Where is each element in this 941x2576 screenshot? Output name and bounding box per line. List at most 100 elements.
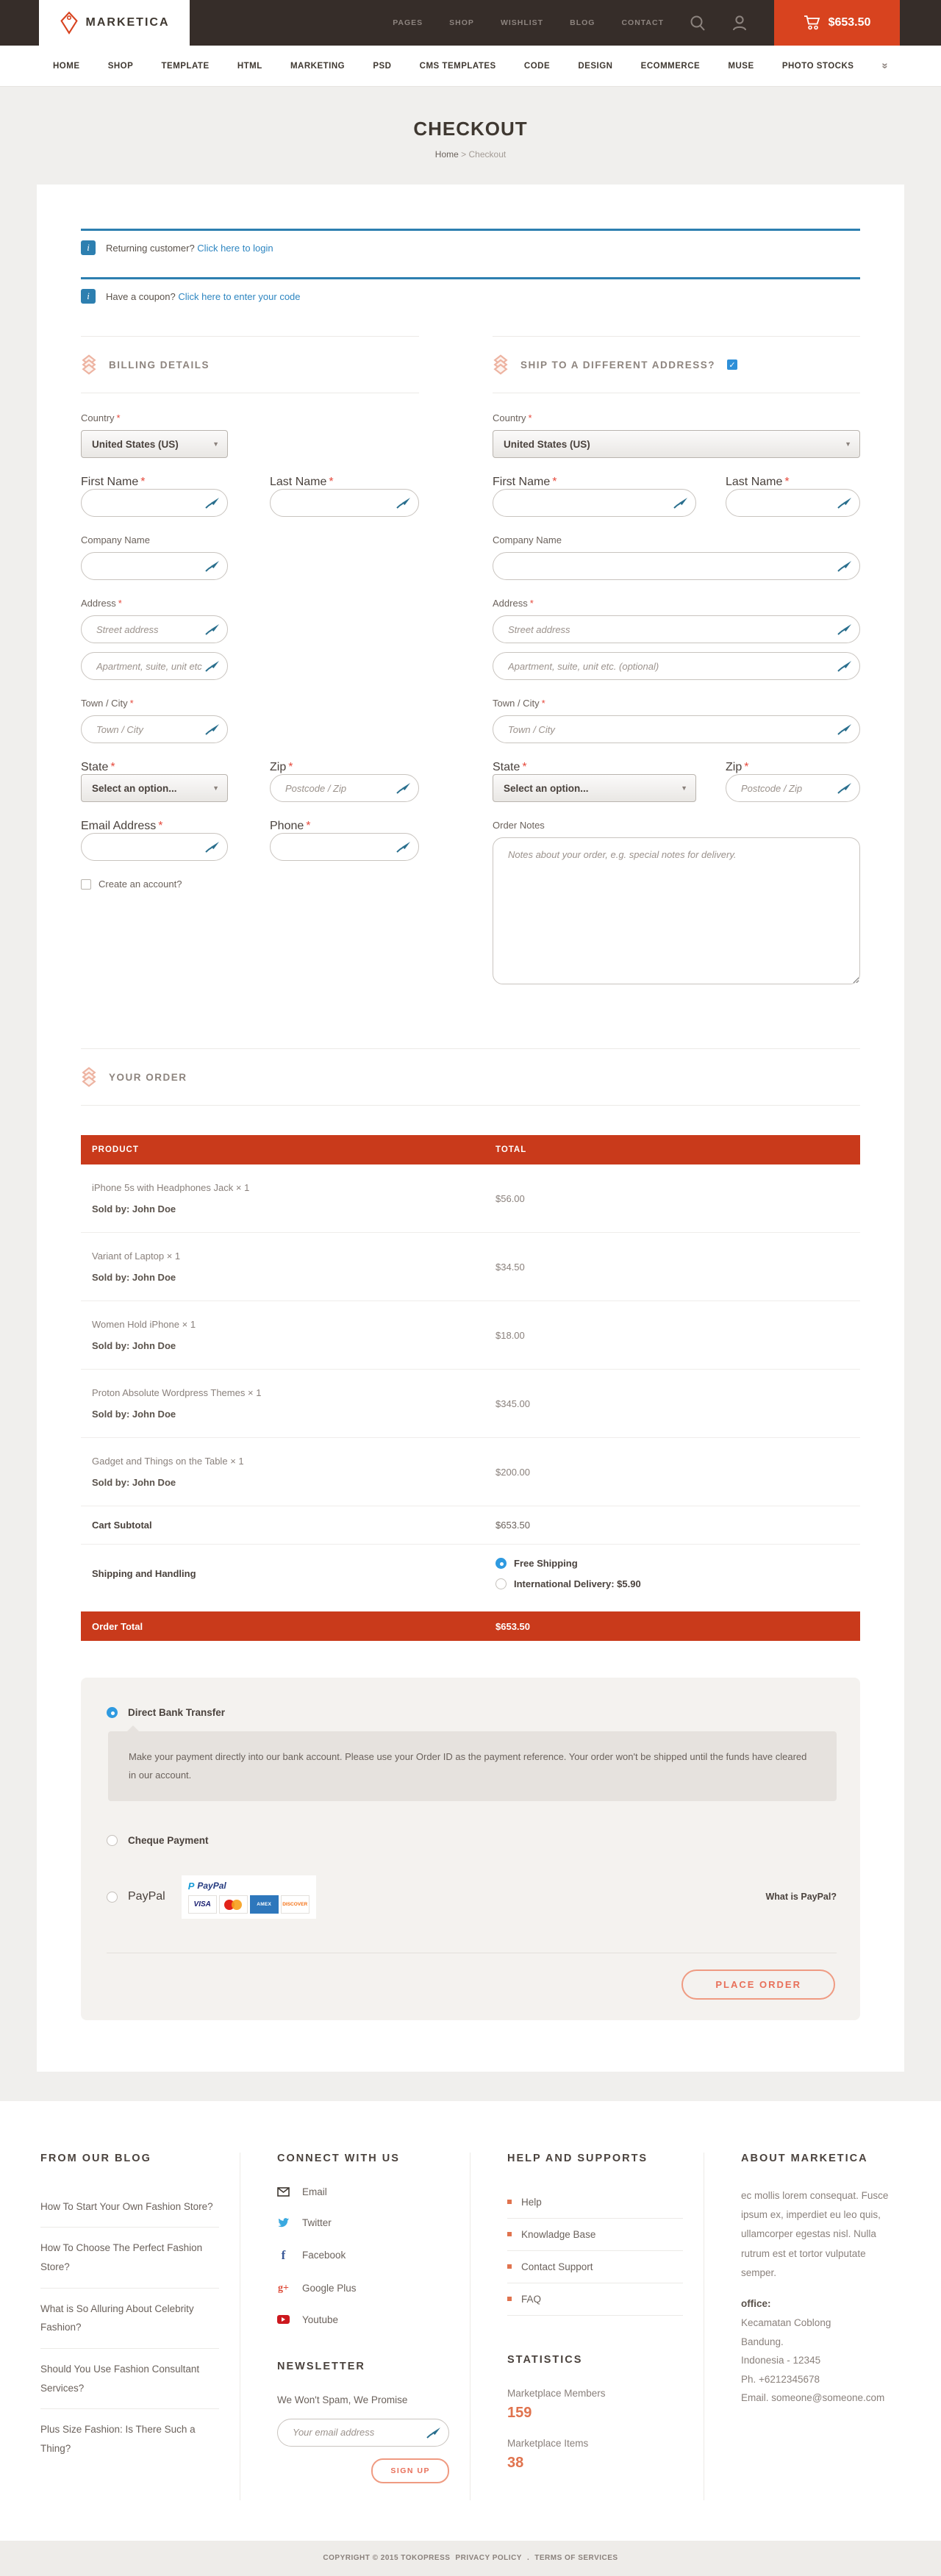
paypal-brand-text: PayPal bbox=[197, 1881, 226, 1891]
pen-icon bbox=[837, 497, 852, 509]
bank-transfer-option[interactable]: Direct Bank Transfer bbox=[107, 1707, 837, 1718]
help-link[interactable]: Contact Support bbox=[507, 2251, 683, 2283]
cheque-payment-radio[interactable] bbox=[107, 1835, 118, 1846]
subnav-ecommerce[interactable]: ECOMMERCE bbox=[641, 62, 701, 71]
billing-state-select[interactable]: Select an option... ▼ bbox=[81, 774, 228, 802]
free-shipping-radio[interactable] bbox=[495, 1558, 507, 1569]
paypal-radio[interactable] bbox=[107, 1892, 118, 1903]
bank-transfer-description: Make your payment directly into our bank… bbox=[108, 1731, 837, 1801]
product-total: $200.00 bbox=[495, 1467, 849, 1478]
newsletter-signup-button[interactable]: SIGN UP bbox=[371, 2458, 449, 2483]
social-label: Google Plus bbox=[302, 2283, 357, 2294]
shipping-state-select[interactable]: Select an option... ▼ bbox=[493, 774, 696, 802]
what-is-paypal-link[interactable]: What is PayPal? bbox=[765, 1892, 837, 1902]
breadcrumb-home[interactable]: Home bbox=[435, 149, 459, 160]
subnav-template[interactable]: TEMPLATE bbox=[162, 62, 210, 71]
subnav-muse[interactable]: MUSE bbox=[728, 62, 754, 71]
stat-value: 38 bbox=[507, 2455, 683, 2472]
international-delivery-radio[interactable] bbox=[495, 1578, 507, 1589]
billing-state-field: State* Select an option... ▼ bbox=[81, 761, 228, 802]
blog-post-link[interactable]: How To Choose The Perfect Fashion Store? bbox=[40, 2228, 219, 2288]
social-link-youtube[interactable]: Youtube bbox=[277, 2314, 449, 2325]
checkout-card: i Returning customer? Click here to logi… bbox=[37, 185, 904, 2072]
pen-icon bbox=[837, 782, 852, 794]
help-link[interactable]: Help bbox=[507, 2186, 683, 2219]
terms-of-services-link[interactable]: TERMS OF SERVICES bbox=[534, 2554, 618, 2562]
select-arrow-icon: ▼ bbox=[681, 784, 687, 792]
shipping-company-input[interactable] bbox=[493, 552, 860, 580]
place-order-button[interactable]: PLACE ORDER bbox=[681, 1969, 835, 2000]
paypal-option[interactable]: PayPal P PayPal VISA AMEX DISCOVER What … bbox=[107, 1875, 837, 1919]
order-total-value: $653.50 bbox=[495, 1621, 849, 1632]
blog-post-link[interactable]: What is So Alluring About Celebrity Fash… bbox=[40, 2289, 219, 2349]
bank-transfer-radio[interactable] bbox=[107, 1707, 118, 1718]
shipping-first-name-input[interactable] bbox=[493, 489, 696, 517]
header-nav-shop[interactable]: SHOP bbox=[449, 18, 474, 27]
billing-country-select[interactable]: United States (US) ▼ bbox=[81, 430, 228, 458]
order-row: Women Hold iPhone × 1 Sold by: John Doe … bbox=[81, 1301, 860, 1370]
newsletter-section: NEWSLETTER We Won't Spam, We Promise SIG… bbox=[277, 2361, 449, 2483]
required-mark: * bbox=[118, 598, 122, 609]
subnav-shop[interactable]: SHOP bbox=[108, 62, 134, 71]
blog-post-link[interactable]: Should You Use Fashion Consultant Servic… bbox=[40, 2349, 219, 2409]
shipping-apartment-input[interactable] bbox=[493, 652, 860, 680]
ship-different-address-checkbox[interactable] bbox=[727, 359, 737, 370]
international-delivery-label: International Delivery: $5.90 bbox=[514, 1578, 641, 1589]
logo[interactable]: MARKETICA bbox=[39, 0, 190, 46]
billing-last-name-field: Last Name* bbox=[270, 476, 419, 517]
subnav-html[interactable]: HTML bbox=[237, 62, 262, 71]
blog-post-link[interactable]: Plus Size Fashion: Is There Such a Thing… bbox=[40, 2409, 219, 2469]
order-row: Proton Absolute Wordpress Themes × 1 Sol… bbox=[81, 1370, 860, 1438]
free-shipping-option[interactable]: Free Shipping bbox=[495, 1558, 849, 1569]
newsletter-email-input[interactable] bbox=[277, 2419, 449, 2447]
shipping-company-label: Company Name bbox=[493, 534, 860, 545]
subnav-marketing[interactable]: MARKETING bbox=[290, 62, 345, 71]
shipping-country-select[interactable]: United States (US) ▼ bbox=[493, 430, 860, 458]
create-account-checkbox-row[interactable]: Create an account? bbox=[81, 879, 419, 890]
social-link-facebook[interactable]: f Facebook bbox=[277, 2248, 449, 2263]
social-link-google-plus[interactable]: g+ Google Plus bbox=[277, 2283, 449, 2294]
help-link[interactable]: Knowladge Base bbox=[507, 2219, 683, 2251]
header-nav-wishlist[interactable]: WISHLIST bbox=[501, 18, 543, 27]
product-total: $56.00 bbox=[495, 1193, 849, 1204]
page-title: CHECKOUT bbox=[0, 118, 941, 140]
blog-post-link[interactable]: How To Start Your Own Fashion Store? bbox=[40, 2186, 219, 2228]
order-notes-textarea[interactable] bbox=[493, 837, 860, 984]
bullet-icon bbox=[507, 2232, 512, 2236]
product-seller: Sold by: John Doe bbox=[92, 1477, 495, 1488]
header-nav-contact[interactable]: CONTACT bbox=[621, 18, 664, 27]
subnav-code[interactable]: CODE bbox=[524, 62, 550, 71]
cart-total-amount: $653.50 bbox=[829, 16, 871, 29]
order-table-header: PRODUCT TOTAL bbox=[81, 1135, 860, 1164]
create-account-checkbox[interactable] bbox=[81, 879, 91, 890]
search-icon[interactable] bbox=[689, 0, 706, 46]
pen-icon bbox=[396, 497, 411, 509]
cheque-payment-option[interactable]: Cheque Payment bbox=[107, 1835, 837, 1846]
header-nav-pages[interactable]: PAGES bbox=[393, 18, 423, 27]
info-icon: i bbox=[81, 240, 96, 255]
privacy-policy-link[interactable]: PRIVACY POLICY bbox=[455, 2554, 522, 2562]
required-mark: * bbox=[329, 476, 333, 488]
shipping-street-input[interactable] bbox=[493, 615, 860, 643]
help-link[interactable]: FAQ bbox=[507, 2283, 683, 2316]
login-link[interactable]: Click here to login bbox=[197, 243, 273, 254]
header-nav-blog[interactable]: BLOG bbox=[570, 18, 595, 27]
subnav-photo-stocks[interactable]: PHOTO STOCKS bbox=[782, 62, 854, 71]
shipping-town-label: Town / City bbox=[493, 698, 540, 709]
breadcrumb-current: Checkout bbox=[469, 149, 507, 160]
breadcrumb-separator: > bbox=[461, 149, 466, 160]
social-link-email[interactable]: Email bbox=[277, 2186, 449, 2197]
shipping-town-input[interactable] bbox=[493, 715, 860, 743]
subnav-design[interactable]: DESIGN bbox=[578, 62, 612, 71]
subnav-cms-templates[interactable]: CMS TEMPLATES bbox=[420, 62, 496, 71]
required-mark: * bbox=[522, 761, 526, 773]
cart-total-button[interactable]: $653.50 bbox=[774, 0, 900, 46]
international-delivery-option[interactable]: International Delivery: $5.90 bbox=[495, 1578, 849, 1589]
subnav-psd[interactable]: PSD bbox=[373, 62, 391, 71]
user-account-icon[interactable] bbox=[731, 0, 748, 46]
subnav-home[interactable]: HOME bbox=[53, 62, 80, 71]
pen-icon bbox=[205, 660, 220, 672]
coupon-link[interactable]: Click here to enter your code bbox=[178, 291, 300, 302]
more-categories-chevron-icon[interactable]: » bbox=[879, 62, 891, 68]
social-link-twitter[interactable]: Twitter bbox=[277, 2217, 449, 2228]
